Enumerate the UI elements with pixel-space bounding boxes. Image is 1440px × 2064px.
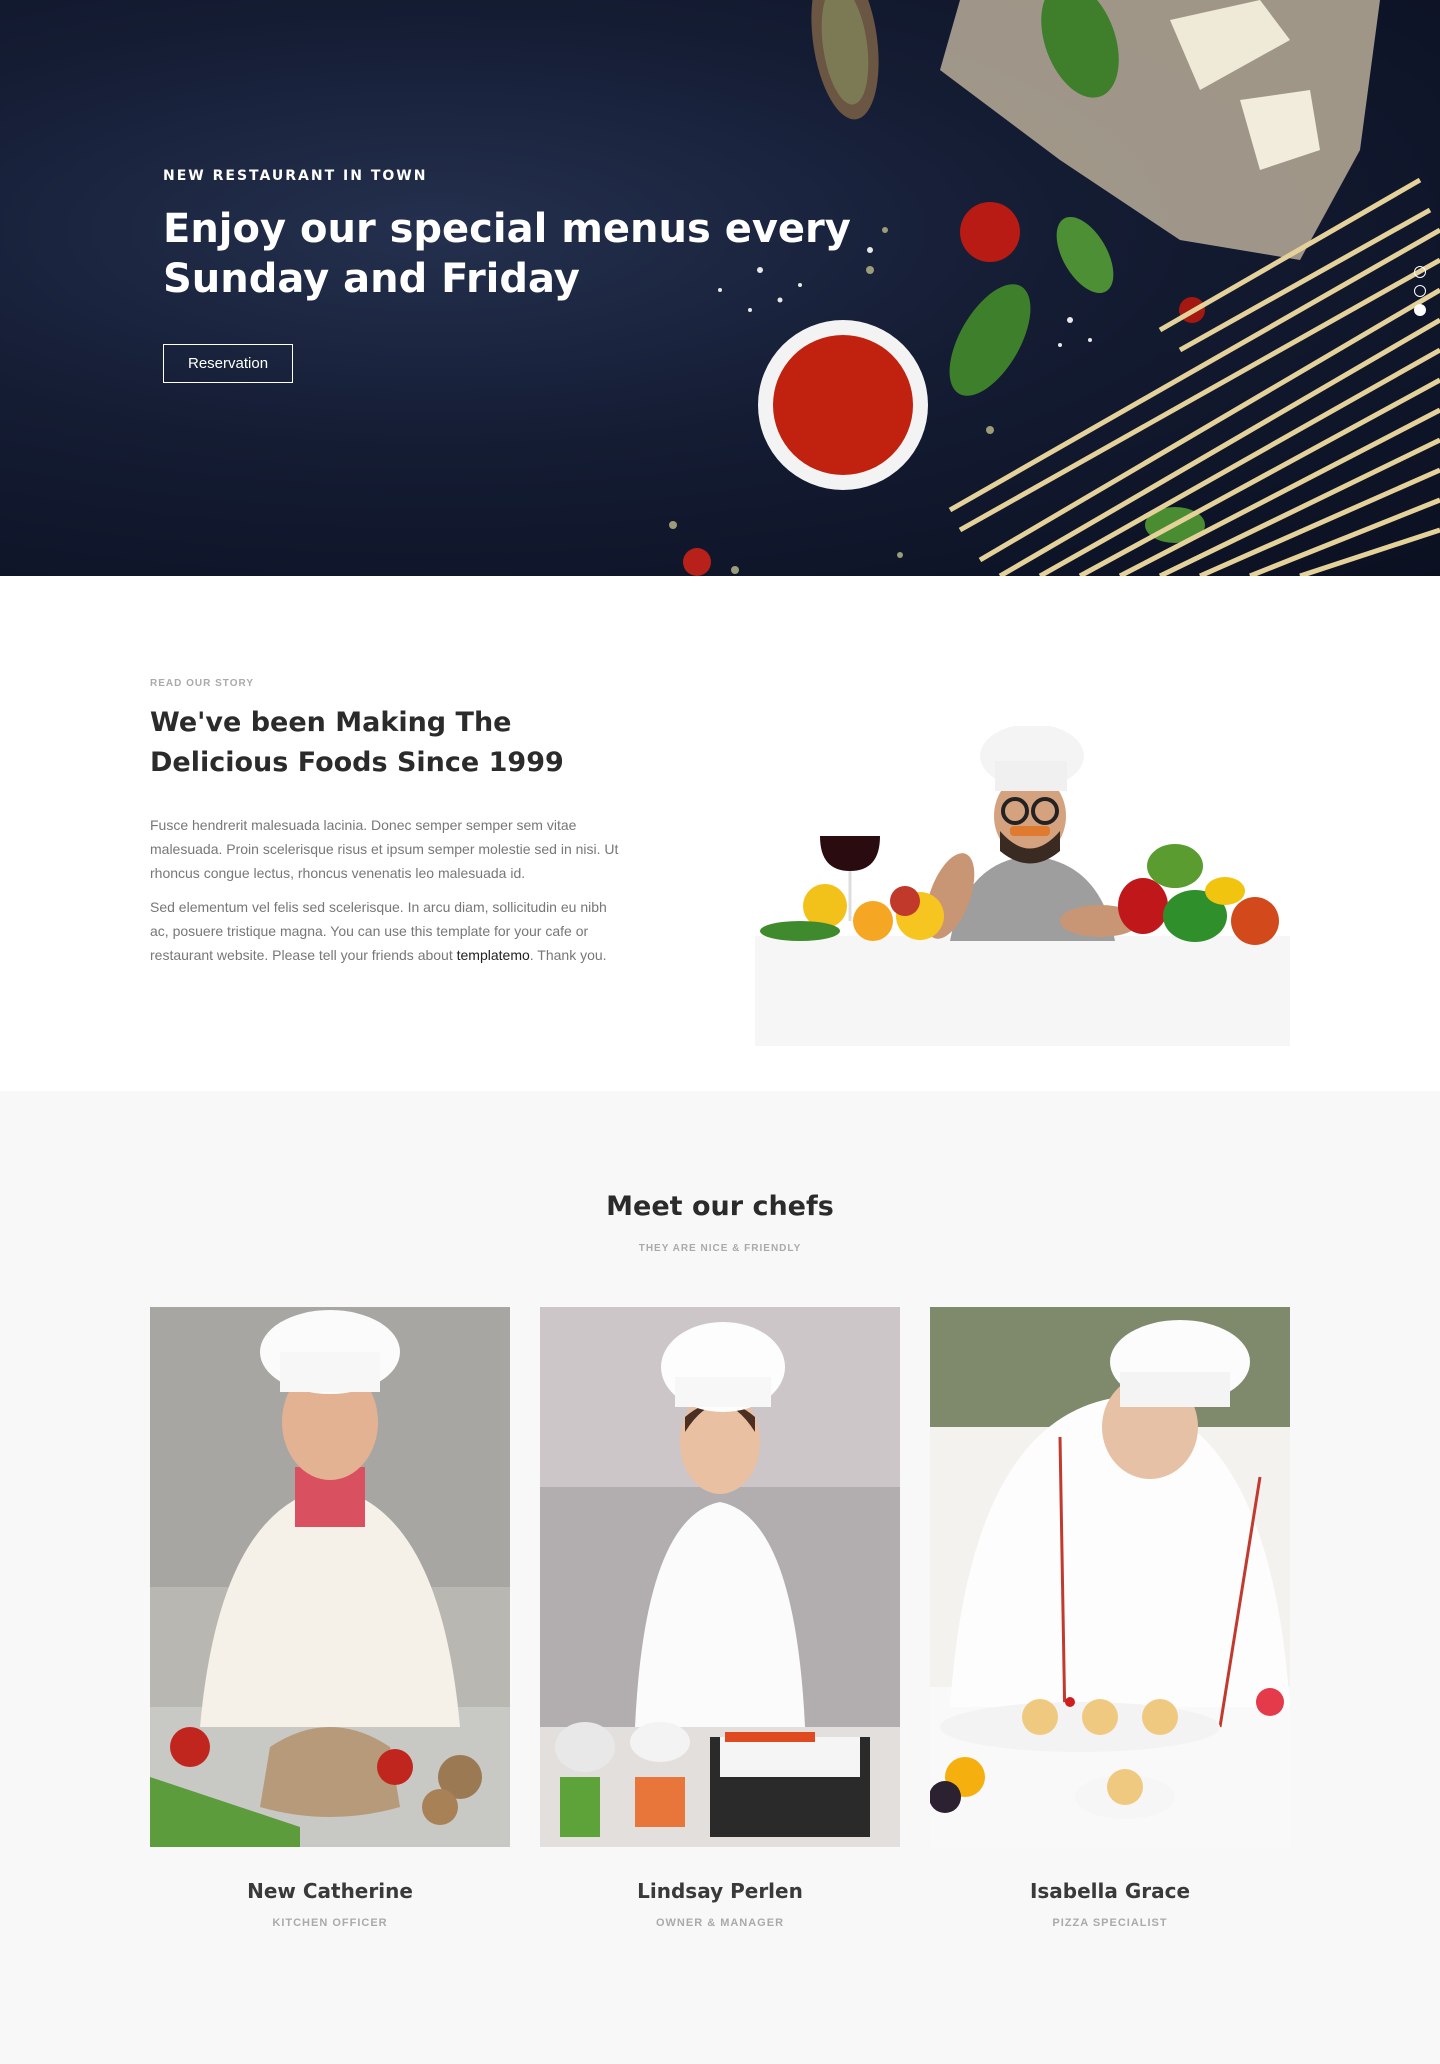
- hero-subtitle: NEW RESTAURANT IN TOWN: [163, 168, 428, 184]
- chef-photo-image: [540, 1307, 900, 1847]
- chef-card: Lindsay Perlen OWNER & MANAGER: [540, 1307, 900, 1929]
- chef-role: KITCHEN OFFICER: [272, 1917, 388, 1929]
- chefs-section: Meet our chefs THEY ARE NICE & FRIENDLY: [0, 1091, 1440, 2064]
- slider-dot-2[interactable]: [1414, 285, 1426, 297]
- chef-name: Lindsay Perlen: [637, 1879, 803, 1903]
- slider-dots: [1414, 266, 1426, 316]
- templatemo-link[interactable]: templatemo: [457, 947, 530, 963]
- hero-title: Enjoy our special menus every Sunday and…: [163, 204, 923, 304]
- chef-role: PIZZA SPECIALIST: [1052, 1917, 1168, 1929]
- chef-role: OWNER & MANAGER: [655, 1917, 785, 1929]
- story-paragraph-2-end: . Thank you.: [529, 947, 607, 963]
- chef-photo: [150, 1307, 510, 1847]
- hero-title-line2: Sunday and Friday: [163, 256, 580, 302]
- hero-content: NEW RESTAURANT IN TOWN Enjoy our special…: [163, 168, 923, 383]
- chef-photo: [540, 1307, 900, 1847]
- story-paragraph-2: Sed elementum vel felis sed scelerisque.…: [150, 895, 620, 967]
- reservation-button[interactable]: Reservation: [163, 344, 294, 383]
- story-text: READ OUR STORY We've been Making The Del…: [150, 678, 620, 967]
- story-paragraph-1: Fusce hendrerit malesuada lacinia. Donec…: [150, 817, 619, 881]
- slider-dot-1[interactable]: [1414, 266, 1426, 278]
- story-title-line2: Delicious Foods Since 1999: [150, 747, 564, 778]
- chef-name: New Catherine: [247, 1879, 413, 1903]
- chef-card: New Catherine KITCHEN OFFICER: [150, 1307, 510, 1929]
- story-title-line1: We've been Making The: [150, 707, 512, 738]
- chef-with-vegetables-image: [755, 726, 1290, 1046]
- hero-banner: NEW RESTAURANT IN TOWN Enjoy our special…: [0, 0, 1440, 576]
- slider-dot-3[interactable]: [1414, 304, 1426, 316]
- chefs-subtitle: THEY ARE NICE & FRIENDLY: [638, 1243, 802, 1254]
- chef-photo-image: [930, 1307, 1290, 1847]
- chefs-title: Meet our chefs: [606, 1191, 834, 1222]
- chef-card: Isabella Grace PIZZA SPECIALIST: [930, 1307, 1290, 1929]
- chef-photo-image: [150, 1307, 510, 1847]
- chef-photo: [930, 1307, 1290, 1847]
- story-title: We've been Making The Delicious Foods Si…: [150, 703, 620, 783]
- story-label: READ OUR STORY: [150, 678, 255, 689]
- story-section: READ OUR STORY We've been Making The Del…: [0, 576, 1440, 1091]
- chef-name: Isabella Grace: [1029, 1879, 1191, 1903]
- hero-title-line1: Enjoy our special menus every: [163, 206, 851, 252]
